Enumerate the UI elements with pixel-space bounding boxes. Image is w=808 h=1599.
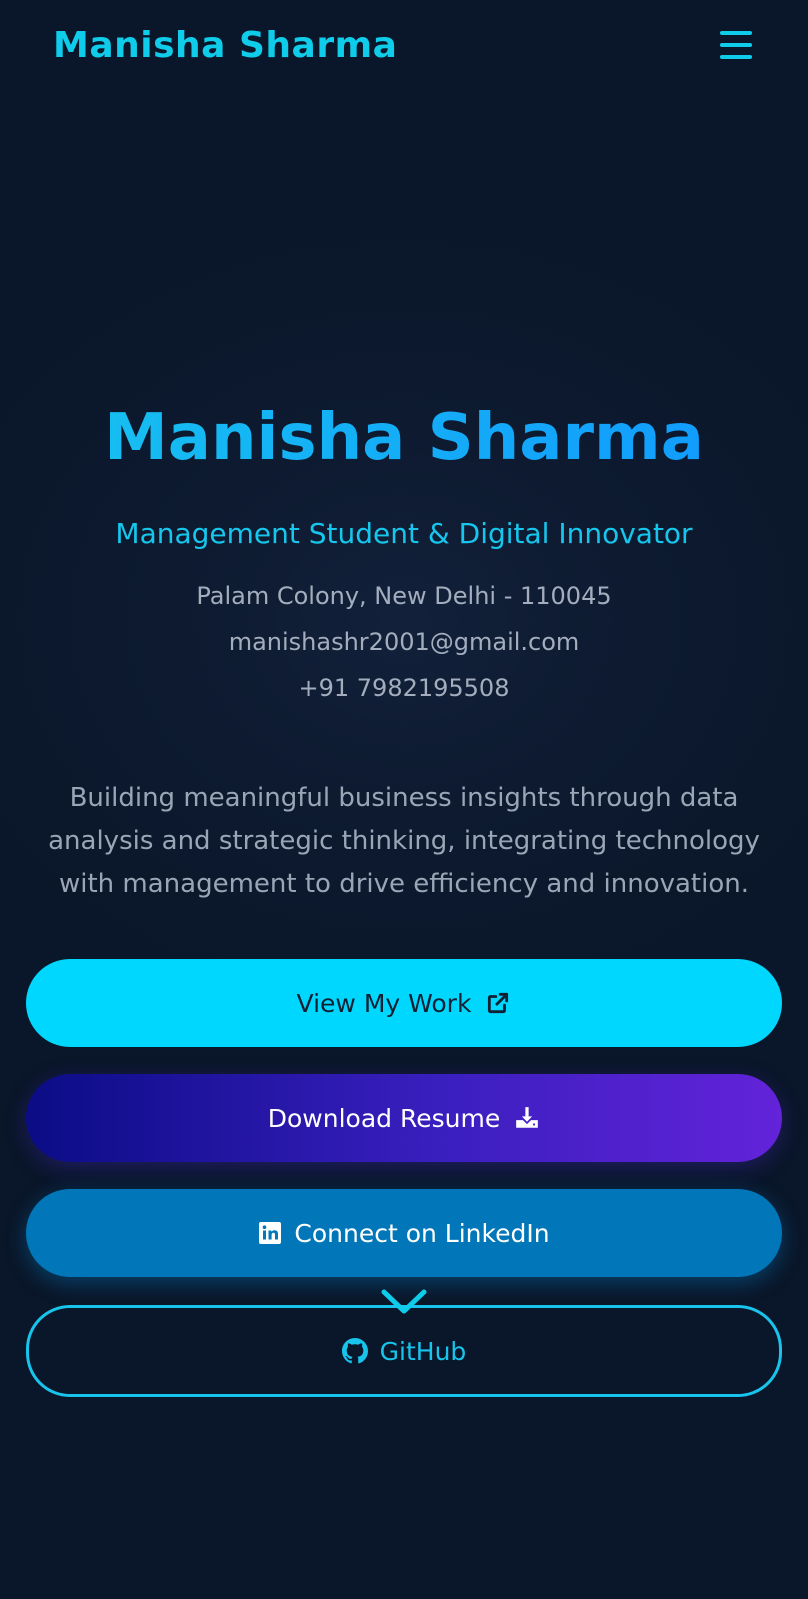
view-my-work-button[interactable]: View My Work — [26, 959, 782, 1047]
contact-email: manishashr2001@gmail.com — [228, 628, 580, 656]
hero-bio: Building meaningful business insights th… — [48, 783, 760, 899]
hero-tagline: Management Student & Digital Innovator — [115, 517, 693, 550]
contact-phone: +91 7982195508 — [298, 674, 510, 702]
github-label: GitHub — [379, 1336, 467, 1366]
contact-address: Palam Colony, New Delhi - 110045 — [196, 582, 612, 610]
download-resume-label: Download Resume — [267, 1103, 501, 1133]
linkedin-icon — [258, 1221, 282, 1245]
view-my-work-label: View My Work — [296, 988, 472, 1018]
hero-name: Manisha Sharma — [0, 398, 808, 478]
connect-linkedin-label: Connect on LinkedIn — [294, 1218, 550, 1248]
github-button[interactable]: GitHub — [26, 1305, 782, 1397]
external-link-icon — [485, 990, 511, 1016]
github-icon — [341, 1338, 368, 1364]
download-resume-button[interactable]: Download Resume — [26, 1074, 782, 1162]
hamburger-menu-icon[interactable] — [716, 26, 756, 66]
connect-linkedin-button[interactable]: Connect on LinkedIn — [26, 1189, 782, 1277]
chevron-down-icon[interactable] — [380, 1287, 428, 1317]
download-icon — [514, 1105, 540, 1131]
top-navigation-bar: Manisha Sharma — [0, 0, 808, 92]
brand-name[interactable]: Manisha Sharma — [53, 22, 397, 70]
